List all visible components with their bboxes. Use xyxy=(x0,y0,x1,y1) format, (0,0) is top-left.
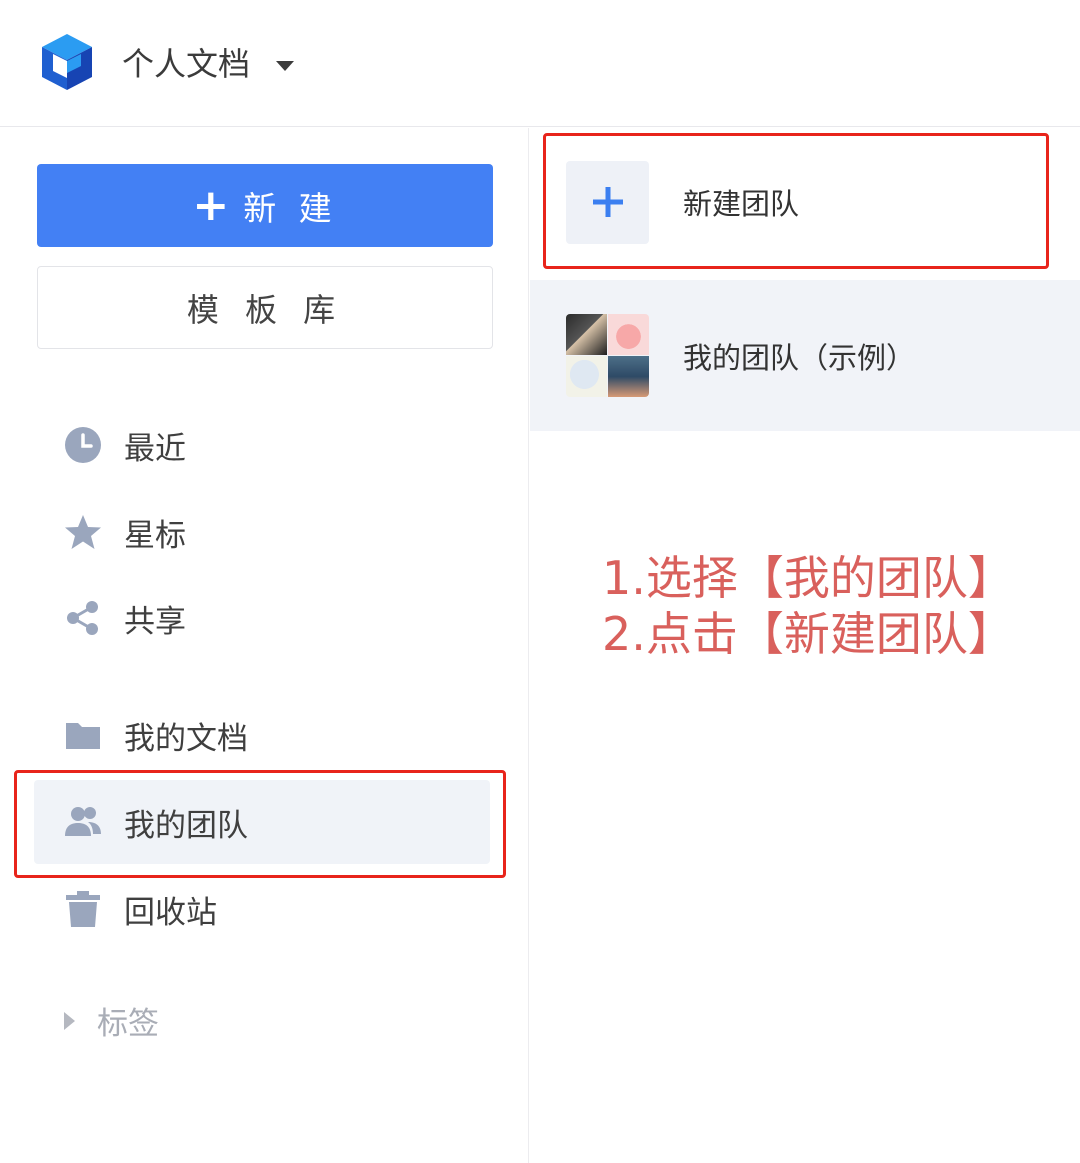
member-avatar xyxy=(566,314,607,355)
app-logo-icon[interactable] xyxy=(38,32,96,94)
new-button[interactable]: + 新 建 xyxy=(37,164,493,247)
sidebar-item-label: 回收站 xyxy=(124,894,217,931)
sidebar-item-label: 最近 xyxy=(124,430,186,467)
main-panel: 新建团队 我的团队（示例） 1.选择【我的团队】 2.点击【新建团队】 xyxy=(530,128,1080,1163)
sidebar-item-my-docs[interactable]: 我的文档 xyxy=(34,693,490,777)
clock-icon xyxy=(64,426,102,464)
instruction-line: 2.点击【新建团队】 xyxy=(602,607,1014,661)
workspace-title[interactable]: 个人文档 xyxy=(122,42,250,86)
member-avatar xyxy=(608,356,649,397)
member-avatar xyxy=(566,356,607,397)
chevron-down-icon[interactable] xyxy=(276,61,294,71)
new-team-label: 新建团队 xyxy=(683,187,800,221)
new-team-item[interactable]: 新建团队 xyxy=(546,136,1048,268)
sidebar-item-label: 我的文档 xyxy=(124,720,248,757)
folder-icon xyxy=(64,716,102,754)
sidebar-item-trash[interactable]: 回收站 xyxy=(34,867,490,951)
new-button-label: 新 建 xyxy=(243,188,338,228)
plus-icon: + xyxy=(192,179,230,231)
tags-section-toggle[interactable]: 标签 xyxy=(64,998,159,1043)
team-avatar xyxy=(566,314,649,397)
team-list-item[interactable]: 我的团队（示例） xyxy=(530,280,1080,431)
member-avatar xyxy=(608,314,649,355)
sidebar-item-label: 我的团队 xyxy=(124,807,248,844)
sidebar-item-my-team[interactable]: 我的团队 xyxy=(34,780,490,864)
team-name: 我的团队（示例） xyxy=(683,340,916,375)
sidebar-item-recent[interactable]: 最近 xyxy=(34,403,490,487)
caret-right-icon xyxy=(64,1011,75,1030)
sidebar: + 新 建 模 板 库 最近 星标 共享 我的文档 我的团队 回收站 标签 xyxy=(0,128,529,1163)
sidebar-item-shared[interactable]: 共享 xyxy=(34,576,490,660)
team-icon xyxy=(64,803,102,841)
instruction-line: 1.选择【我的团队】 xyxy=(602,551,1014,605)
tags-label: 标签 xyxy=(97,1006,159,1042)
plus-icon xyxy=(566,160,649,244)
sidebar-item-label: 共享 xyxy=(124,603,186,640)
trash-icon xyxy=(64,890,102,928)
header: 个人文档 xyxy=(0,0,1080,127)
instruction-annotation: 1.选择【我的团队】 2.点击【新建团队】 xyxy=(602,550,1072,662)
template-library-button[interactable]: 模 板 库 xyxy=(37,266,493,349)
sidebar-item-starred[interactable]: 星标 xyxy=(34,490,490,574)
share-icon xyxy=(64,599,102,637)
sidebar-item-label: 星标 xyxy=(124,517,186,554)
star-icon xyxy=(64,513,102,551)
